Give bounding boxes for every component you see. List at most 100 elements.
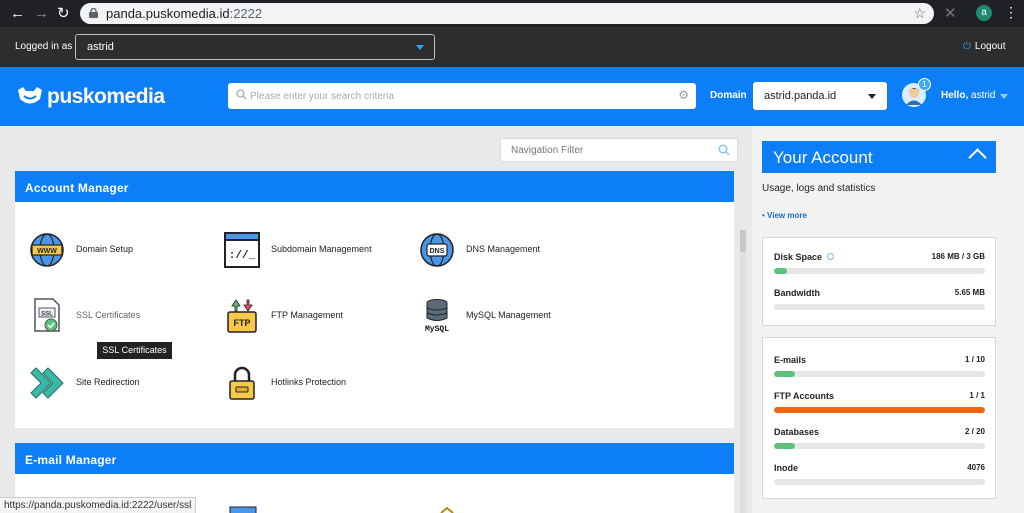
stat-progress-fill <box>774 268 787 274</box>
stat-progress-bar <box>774 371 985 377</box>
domain-select-value: astrid.panda.id <box>764 90 837 102</box>
address-bar[interactable]: panda.puskomedia.id:2222 ☆ <box>80 3 934 24</box>
stat-progress-bar <box>774 407 985 413</box>
domain-label: Domain <box>710 90 747 101</box>
email-manager-header[interactable]: E-mail Manager <box>15 443 734 474</box>
search-input[interactable] <box>250 87 670 105</box>
tool-domain-setup[interactable]: WWW Domain Setup <box>29 232 219 268</box>
user-select[interactable]: astrid <box>75 34 435 60</box>
chevron-down-icon <box>416 45 424 50</box>
browser-menu-icon[interactable]: ⋮ <box>1004 4 1018 21</box>
logout-button[interactable]: ⏻ Logout <box>963 41 1006 52</box>
stat-progress-bar <box>774 443 985 449</box>
stat-progress-bar <box>774 268 985 274</box>
globe-www-icon: WWW <box>30 233 64 267</box>
navigation-filter <box>500 138 738 162</box>
account-manager-header[interactable]: Account Manager <box>15 171 734 202</box>
stat-name: FTP Accounts <box>774 391 835 401</box>
tool-subdomain-management[interactable]: ://_ Subdomain Management <box>224 232 414 268</box>
notification-badge[interactable]: 1 <box>918 78 931 91</box>
user-greeting[interactable]: Hello, astrid <box>941 90 995 101</box>
svg-text:WWW: WWW <box>37 248 57 255</box>
tool-label: Site Redirection <box>76 377 140 387</box>
reload-icon[interactable]: ↻ <box>57 5 70 22</box>
tool-label: Domain Setup <box>76 244 134 254</box>
svg-text:MySQL: MySQL <box>425 325 449 334</box>
tool-ssl-certificates[interactable]: SSL SSL Certificates <box>29 298 219 334</box>
search-icon <box>718 144 730 156</box>
email-tool-icon <box>229 506 257 513</box>
power-icon: ⏻ <box>963 41 971 52</box>
your-account-header[interactable]: Your Account <box>762 141 996 173</box>
stat-value: 2 / 20 <box>964 427 985 436</box>
tool-ftp-management[interactable]: FTP FTP Management <box>224 298 414 334</box>
stat-progress-bar <box>774 304 985 310</box>
stat-progress-fill <box>774 443 796 449</box>
gear-icon[interactable]: ⚙ <box>678 88 689 102</box>
stat-name: E-mails <box>774 355 807 365</box>
svg-text:FTP: FTP <box>234 318 251 328</box>
chevron-down-icon[interactable] <box>1000 94 1008 99</box>
account-manager-panel: WWW Domain Setup ://_ Subdomain Manageme… <box>15 202 734 428</box>
tool-label: MySQL Management <box>466 310 551 320</box>
stat-name: Disk Space <box>774 252 835 262</box>
search-icon <box>236 89 247 100</box>
tool-label: Hotlinks Protection <box>271 377 347 387</box>
stat-name: Bandwidth <box>774 288 820 298</box>
stat-value: 1 / 10 <box>964 355 985 364</box>
stat-value: 4076 <box>967 463 985 472</box>
bookmark-star-icon[interactable]: ☆ <box>913 5 926 22</box>
stat-name: Databases <box>774 427 820 437</box>
user-select-value: astrid <box>87 41 114 53</box>
puskomedia-logo-icon <box>18 87 42 104</box>
logo[interactable]: puskomedia <box>17 85 165 109</box>
tool-label: DNS Management <box>466 244 541 254</box>
forward-icon[interactable]: → <box>34 5 49 22</box>
address-text: panda.puskomedia.id:2222 <box>106 6 263 21</box>
profile-avatar[interactable]: a <box>976 5 992 21</box>
domain-select[interactable]: astrid.panda.id <box>753 82 887 110</box>
login-as-bar: Logged in as astrid ⏻ Logout <box>0 27 1024 67</box>
stat-progress-fill <box>774 407 985 413</box>
lock-icon <box>89 8 98 18</box>
stat-value: 1 / 1 <box>969 391 985 400</box>
redirect-arrows-icon <box>30 367 64 399</box>
scrollbar-thumb[interactable] <box>740 230 746 252</box>
loading-spinner-icon <box>827 253 835 260</box>
tool-label: Subdomain Management <box>271 244 372 254</box>
tool-mysql-management[interactable]: MySQL MySQL Management <box>419 298 609 334</box>
stat-value: 186 MB / 3 GB <box>931 252 985 261</box>
tool-hotlinks-protection[interactable]: Hotlinks Protection <box>224 365 414 401</box>
browser-toolbar: ← → ↻ panda.puskomedia.id:2222 ☆ ✕ a ⋮ <box>0 0 1024 27</box>
svg-text:SSL: SSL <box>41 312 53 318</box>
stat-progress-bar <box>774 479 985 485</box>
your-account-title: Your Account <box>773 148 873 167</box>
stat-value: 5.65 MB <box>954 288 985 297</box>
tool-dns-management[interactable]: DNS DNS Management <box>419 232 609 268</box>
globe-dns-icon: DNS <box>420 233 454 267</box>
chevron-up-icon[interactable] <box>968 148 987 167</box>
svg-text:DNS: DNS <box>430 248 445 255</box>
app-header: puskomedia ⚙ Domain astrid.panda.id 1 He… <box>0 67 1024 126</box>
tool-site-redirection[interactable]: Site Redirection <box>29 365 219 401</box>
scrollbar[interactable] <box>740 230 746 513</box>
account-subtitle: Usage, logs and statistics <box>762 183 876 194</box>
search-box: ⚙ <box>228 83 696 109</box>
extension-icon[interactable]: ✕ <box>944 4 957 22</box>
view-more-link[interactable]: • View more <box>762 211 807 220</box>
ftp-icon: FTP <box>227 299 257 333</box>
tool-label: SSL Certificates <box>76 310 141 320</box>
tooltip: SSL Certificates <box>97 342 172 359</box>
limits-box: E-mails 1 / 10 FTP Accounts 1 / 1 Databa… <box>762 337 996 499</box>
navigation-filter-input[interactable] <box>511 143 711 158</box>
padlock-icon <box>229 366 255 400</box>
svg-text:://_: ://_ <box>229 250 256 262</box>
usage-box: Disk Space 186 MB / 3 GB Bandwidth 5.65 … <box>762 237 996 326</box>
ssl-certificate-icon: SSL <box>34 298 60 332</box>
logged-in-label: Logged in as <box>15 41 73 52</box>
stat-progress-fill <box>774 371 796 377</box>
back-icon[interactable]: ← <box>10 5 25 22</box>
mysql-database-icon: MySQL <box>425 299 449 334</box>
tool-label: FTP Management <box>271 310 343 320</box>
stat-name: Inode <box>774 463 798 473</box>
